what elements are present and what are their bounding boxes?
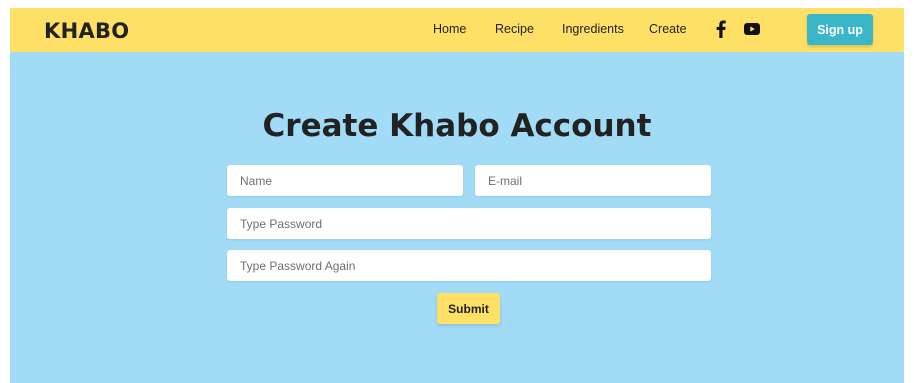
facebook-icon[interactable] <box>716 20 726 38</box>
submit-button[interactable]: Submit <box>437 293 500 324</box>
signup-section: Create Khabo Account Submit <box>10 52 904 383</box>
page-title: Create Khabo Account <box>262 108 652 144</box>
password-again-field[interactable] <box>227 250 711 281</box>
email-field[interactable] <box>475 165 711 196</box>
name-field[interactable] <box>227 165 463 196</box>
password-field[interactable] <box>227 208 711 239</box>
nav-link-create[interactable]: Create <box>649 22 687 36</box>
logo[interactable]: KHABO <box>44 19 129 43</box>
nav-link-ingredients[interactable]: Ingredients <box>562 22 624 36</box>
youtube-icon[interactable] <box>744 23 760 35</box>
nav-link-recipe[interactable]: Recipe <box>495 22 534 36</box>
page: KHABO Home Recipe Ingredients Create Sig… <box>10 8 904 383</box>
signup-button[interactable]: Sign up <box>807 14 873 45</box>
navbar: KHABO Home Recipe Ingredients Create Sig… <box>10 8 904 52</box>
nav-link-home[interactable]: Home <box>433 22 466 36</box>
